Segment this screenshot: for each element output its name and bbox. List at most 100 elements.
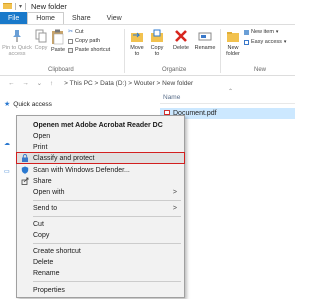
menu-item-share[interactable]: Share — [17, 176, 184, 186]
menu-item-send-to[interactable]: Send to > — [17, 203, 184, 213]
folder-icon — [3, 3, 12, 9]
chevron-down-icon: ▾ — [275, 29, 279, 35]
copy-label: Copy — [34, 45, 48, 51]
copy-to-icon — [151, 29, 163, 42]
ribbon-tabs: File Home Share View — [0, 12, 295, 24]
chevron-up-icon[interactable]: ⌃ — [228, 88, 233, 95]
menu-item-label: Open with — [33, 188, 65, 196]
paste-shortcut-button[interactable]: Paste shortcut — [68, 47, 110, 53]
cut-button[interactable]: ✂ Cut — [68, 29, 84, 35]
copy-path-icon — [68, 38, 73, 44]
rename-button[interactable]: Rename — [194, 29, 216, 51]
navigation-buttons[interactable]: ← → ⌄ ↑ — [8, 79, 56, 87]
new-group-label: New — [254, 67, 267, 73]
menu-item-copy[interactable]: Copy — [17, 230, 184, 240]
new-folder-button[interactable]: New folder — [224, 29, 242, 57]
menu-item-rename[interactable]: Rename — [17, 268, 184, 278]
menu-item-delete[interactable]: Delete — [17, 257, 184, 267]
divider — [33, 216, 181, 217]
menu-item-open-adobe[interactable]: Openen met Adobe Acrobat Reader DC — [17, 120, 184, 130]
menu-item-label: Copy — [33, 231, 50, 239]
sidebar-item-quick-access[interactable]: ★ Quick access — [4, 100, 52, 109]
tab-share[interactable]: Share — [64, 12, 99, 24]
menu-item-label: Classify and protect — [33, 154, 95, 162]
menu-item-cut[interactable]: Cut — [17, 219, 184, 229]
delete-x-icon — [175, 30, 187, 42]
cut-label: Cut — [75, 29, 84, 35]
lock-icon — [22, 154, 28, 162]
pin-quick-access-label: Pin to Quick access — [2, 45, 32, 57]
move-to-icon — [131, 32, 143, 42]
pin-icon — [13, 30, 21, 42]
menu-item-scan-defender[interactable]: Scan with Windows Defender... — [17, 165, 184, 175]
move-to-button[interactable]: Move to — [128, 29, 146, 57]
rename-label: Rename — [194, 45, 216, 51]
copy-to-button[interactable]: Copy to — [148, 29, 166, 57]
move-to-label: Move to — [130, 45, 144, 57]
title-bar: ▾ New folder — [0, 0, 295, 12]
easy-access-button[interactable]: Easy access ▾ — [244, 39, 286, 45]
menu-item-open[interactable]: Open — [17, 131, 184, 141]
column-header-name[interactable]: Name — [163, 94, 180, 101]
menu-item-properties[interactable]: Properties — [17, 285, 184, 295]
menu-item-label: Share — [33, 177, 52, 185]
new-item-icon — [244, 29, 249, 35]
divider — [160, 103, 295, 104]
tab-home[interactable]: Home — [27, 12, 64, 24]
menu-item-label: Create shortcut — [33, 247, 81, 255]
ribbon: Pin to Quick access Copy Paste ✂ Cut Copy… — [0, 24, 295, 76]
scissors-icon: ✂ — [68, 29, 74, 35]
sidebar-item-label: Quick access — [13, 100, 52, 108]
onedrive-icon[interactable]: ☁ — [4, 140, 10, 147]
paste-button[interactable]: Paste — [50, 29, 66, 53]
menu-item-label: Open — [33, 132, 51, 140]
copy-button[interactable]: Copy — [33, 29, 49, 51]
copy-path-label: Copy path — [75, 38, 101, 44]
copy-path-button[interactable]: Copy path — [68, 38, 100, 44]
divider — [15, 2, 16, 10]
new-item-label: New item — [251, 29, 274, 35]
menu-item-label: Send to — [33, 204, 58, 212]
paste-label: Paste — [50, 47, 66, 53]
tab-view[interactable]: View — [99, 12, 130, 24]
organize-group-label: Organize — [162, 67, 187, 73]
monitor-icon[interactable]: ▭ — [4, 168, 10, 175]
menu-item-classify-protect[interactable]: Classify and protect — [16, 152, 185, 164]
copy-to-label: Copy to — [150, 45, 164, 57]
new-item-button[interactable]: New item ▾ — [244, 29, 278, 35]
menu-item-print[interactable]: Print — [17, 142, 184, 152]
chevron-down-icon[interactable]: ▾ — [19, 3, 22, 10]
menu-item-label: Delete — [33, 258, 54, 266]
tab-file[interactable]: File — [0, 12, 28, 24]
copy-icon — [35, 29, 47, 43]
menu-item-open-with[interactable]: Open with > — [17, 187, 184, 197]
new-folder-label: New folder — [226, 45, 240, 57]
paste-icon — [52, 29, 64, 45]
divider — [33, 200, 181, 201]
chevron-down-icon: ▾ — [283, 39, 287, 45]
context-menu: Openen met Adobe Acrobat Reader DC Open … — [16, 115, 185, 298]
breadcrumb[interactable]: > This PC > Data (D:) > Wouter > New fol… — [64, 80, 193, 87]
easy-access-label: Easy access — [251, 39, 282, 45]
menu-item-label: Scan with Windows Defender... — [33, 166, 130, 174]
star-icon: ★ — [4, 101, 11, 108]
delete-label: Delete — [173, 45, 189, 51]
menu-item-label: Rename — [33, 269, 60, 277]
menu-item-label: Cut — [33, 220, 44, 228]
pin-quick-access-button[interactable]: Pin to Quick access — [2, 29, 32, 57]
share-icon — [21, 177, 29, 185]
window-title: New folder — [31, 1, 67, 11]
delete-button[interactable]: Delete — [170, 29, 192, 51]
menu-item-create-shortcut[interactable]: Create shortcut — [17, 246, 184, 256]
address-row: ← → ⌄ ↑ > This PC > Data (D:) > Wouter >… — [0, 77, 295, 89]
divider — [220, 29, 221, 73]
paste-shortcut-icon — [68, 47, 73, 53]
divider — [33, 243, 181, 244]
divider — [33, 281, 181, 282]
menu-item-label: Properties — [33, 286, 65, 294]
new-folder-icon — [227, 32, 239, 42]
shield-icon — [21, 166, 29, 174]
easy-access-icon — [244, 39, 249, 45]
menu-item-label: Print — [33, 143, 48, 151]
divider — [25, 2, 27, 10]
